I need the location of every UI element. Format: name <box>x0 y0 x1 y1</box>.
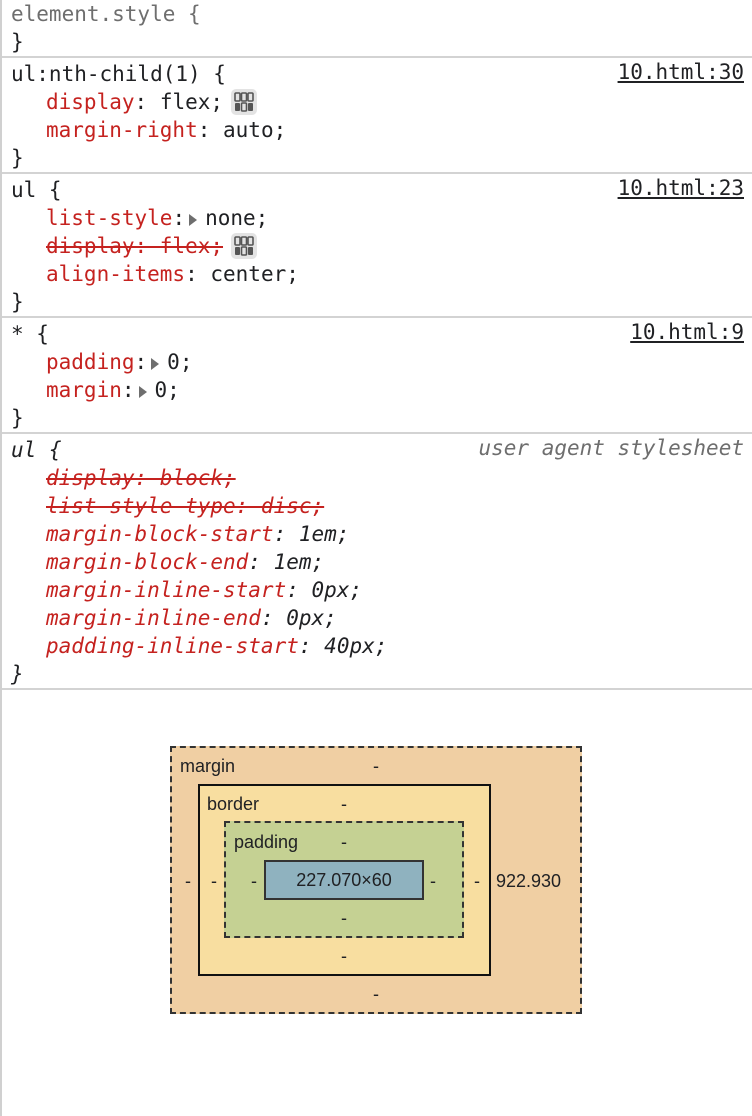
declaration-display[interactable]: display: flex; <box>11 88 744 116</box>
overridden-declaration[interactable]: display: flex; <box>46 234 223 258</box>
property-name[interactable]: padding <box>46 350 135 374</box>
colon: : <box>121 378 135 402</box>
expand-arrow-icon[interactable] <box>151 358 160 370</box>
declaration-margin[interactable]: margin: 0; <box>11 376 744 404</box>
box-model-diagram: 227.070×60 margin - - - 922.930 border -… <box>2 690 752 1062</box>
property-value[interactable]: 1em; <box>274 550 325 574</box>
property-name[interactable]: margin-inline-end <box>46 606 261 630</box>
rule-close-brace: } <box>11 662 24 686</box>
declaration-margin-right[interactable]: margin-right: auto; <box>11 116 744 144</box>
property-name[interactable]: margin <box>46 378 122 402</box>
colon: : <box>273 522 299 546</box>
rule-close-brace: } <box>11 30 24 54</box>
flexbox-editor-icon[interactable] <box>231 233 258 259</box>
source-link[interactable]: 10.html:9 <box>630 318 744 346</box>
expand-arrow-icon[interactable] <box>138 386 147 398</box>
expand-arrow-icon[interactable] <box>189 214 198 226</box>
declaration-margin-block-end[interactable]: margin-block-end: 1em; <box>11 548 744 576</box>
colon: : <box>248 550 274 574</box>
property-value[interactable]: 1em; <box>299 522 350 546</box>
padding-right-value[interactable]: - <box>430 871 436 891</box>
property-name[interactable]: margin-block-end <box>46 550 248 574</box>
flexbox-editor-icon[interactable] <box>231 89 258 115</box>
property-value[interactable]: 0; <box>155 378 180 402</box>
property-value[interactable]: flex; <box>160 90 223 114</box>
declaration-align-items[interactable]: align-items: center; <box>11 260 744 288</box>
margin-left-value[interactable]: - <box>185 871 191 891</box>
border-top-value[interactable]: - <box>341 794 347 814</box>
margin-bottom-value[interactable]: - <box>373 984 379 1004</box>
colon: : <box>286 578 312 602</box>
rule-close-brace: } <box>11 406 24 430</box>
content-size[interactable]: 227.070×60 <box>296 870 392 891</box>
property-value[interactable]: center; <box>210 262 299 286</box>
padding-left-value[interactable]: - <box>251 871 257 891</box>
property-value[interactable]: auto; <box>223 118 286 142</box>
property-name[interactable]: margin-inline-start <box>46 578 286 602</box>
selector-element-style[interactable]: element.style { <box>11 0 744 28</box>
padding-bottom-value[interactable]: - <box>341 908 347 928</box>
colon: : <box>185 262 211 286</box>
overridden-declaration[interactable]: display: block; <box>46 466 236 490</box>
content-box[interactable]: 227.070×60 <box>264 860 424 900</box>
rule-close-brace: } <box>11 146 24 170</box>
user-agent-stylesheet-label: user agent stylesheet <box>478 436 744 460</box>
rule-element-style[interactable]: element.style { } <box>2 0 752 58</box>
padding-label: padding <box>234 832 299 852</box>
colon: : <box>197 118 224 142</box>
property-name[interactable]: padding-inline-start <box>46 634 299 658</box>
colon: : <box>298 634 325 658</box>
property-value[interactable]: none; <box>205 206 268 230</box>
property-name[interactable]: margin-block-start <box>46 522 274 546</box>
declaration-padding-inline-start[interactable]: padding-inline-start: 40px; <box>11 632 744 660</box>
declaration-list-style[interactable]: list-style: none; <box>11 204 744 232</box>
source-link[interactable]: 10.html:23 <box>618 174 744 202</box>
rule-ul-nth-child[interactable]: ul:nth-child(1) { 10.html:30 display: fl… <box>2 58 752 174</box>
margin-label: margin <box>180 756 236 776</box>
colon: : <box>134 90 160 114</box>
property-name[interactable]: list-style <box>46 206 172 230</box>
margin-right-value[interactable]: 922.930 <box>496 871 561 891</box>
margin-top-value[interactable]: - <box>373 756 379 776</box>
rule-universal[interactable]: * { 10.html:9 padding: 0; margin: 0; } <box>2 318 752 434</box>
border-label: border <box>207 794 260 814</box>
declaration-margin-inline-end[interactable]: margin-inline-end: 0px; <box>11 604 744 632</box>
overridden-declaration[interactable]: list-style-type: disc; <box>46 494 324 518</box>
property-value[interactable]: 0px; <box>312 578 363 602</box>
source-link[interactable]: 10.html:30 <box>618 58 744 86</box>
property-value[interactable]: 40px; <box>324 634 387 658</box>
border-right-value[interactable]: - <box>474 871 480 891</box>
colon: : <box>260 606 287 630</box>
declaration-display-overridden[interactable]: display: block; <box>11 464 744 492</box>
declaration-margin-inline-start[interactable]: margin-inline-start: 0px; <box>11 576 744 604</box>
property-name[interactable]: margin-right <box>46 118 198 142</box>
border-left-value[interactable]: - <box>211 871 217 891</box>
property-name[interactable]: align-items <box>46 262 185 286</box>
colon: : <box>134 350 148 374</box>
declaration-display-overridden[interactable]: display: flex; <box>11 232 744 260</box>
border-bottom-value[interactable]: - <box>341 946 347 966</box>
property-value[interactable]: 0; <box>167 350 192 374</box>
property-name[interactable]: display <box>46 90 135 114</box>
colon: : <box>172 206 186 230</box>
declaration-margin-block-start[interactable]: margin-block-start: 1em; <box>11 520 744 548</box>
property-value[interactable]: 0px; <box>286 606 337 630</box>
rule-ul[interactable]: ul { 10.html:23 list-style: none; display… <box>2 174 752 318</box>
declaration-list-style-type-overridden[interactable]: list-style-type: disc; <box>11 492 744 520</box>
declaration-padding[interactable]: padding: 0; <box>11 348 744 376</box>
rule-close-brace: } <box>11 290 24 314</box>
rule-user-agent-ul[interactable]: ul { user agent stylesheet display: bloc… <box>2 434 752 690</box>
padding-top-value[interactable]: - <box>341 832 347 852</box>
